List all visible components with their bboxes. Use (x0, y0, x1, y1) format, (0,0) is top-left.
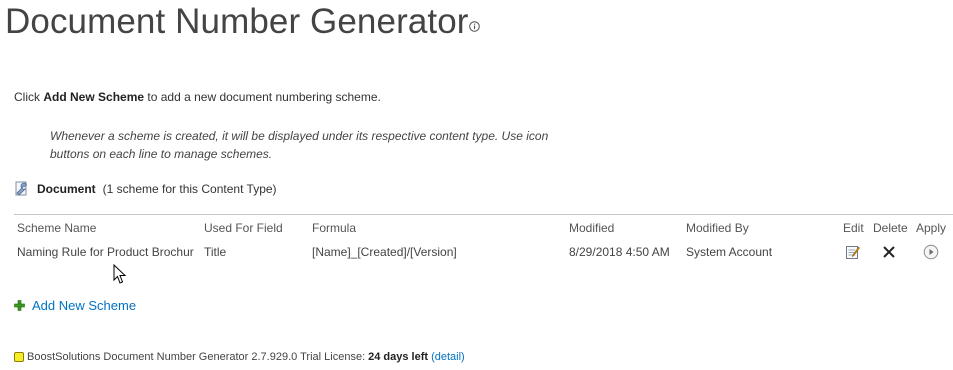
intro-suffix: to add a new document numbering scheme. (147, 90, 381, 104)
mouse-cursor-icon (113, 264, 127, 284)
col-modified[interactable]: Modified (569, 221, 614, 235)
col-modified-by[interactable]: Modified By (686, 221, 749, 235)
plus-icon (14, 300, 25, 311)
used-for-field-cell: Title (204, 245, 227, 259)
col-scheme-name[interactable]: Scheme Name (17, 221, 197, 235)
add-new-scheme-link[interactable]: Add New Scheme (14, 298, 136, 313)
table-row: Naming Rule for Product Brochur Title [N… (14, 239, 953, 265)
scheme-name-cell: Naming Rule for Product Brochur (17, 245, 194, 259)
col-delete: Delete (873, 221, 908, 235)
intro-prefix: Click (14, 90, 40, 104)
wrench-icon (15, 181, 27, 196)
table-header: Scheme Name Used For Field Formula Modif… (14, 214, 953, 239)
schemes-table: Scheme Name Used For Field Formula Modif… (14, 214, 953, 265)
license-detail-link[interactable]: (detail) (431, 351, 465, 363)
content-type-count: (1 scheme for this Content Type) (102, 182, 277, 196)
license-days-left: 24 days left (368, 351, 429, 363)
apply-icon[interactable] (923, 244, 939, 260)
intro-bold: Add New Scheme (43, 90, 145, 104)
license-product-text: BoostSolutions Document Number Generator… (27, 351, 366, 363)
edit-icon[interactable] (845, 244, 861, 260)
hint-text: Whenever a scheme is created, it will be… (50, 129, 549, 161)
col-apply: Apply (916, 221, 947, 235)
license-icon (14, 352, 24, 362)
add-new-scheme-label[interactable]: Add New Scheme (32, 298, 136, 313)
page-title: Document Number Generator (5, 2, 469, 41)
intro-text: Click Add New Scheme to add a new docume… (14, 90, 381, 104)
modified-by-cell: System Account (686, 245, 773, 259)
col-edit: Edit (843, 221, 864, 235)
formula-cell: [Name]_[Created]/[Version] (312, 245, 457, 259)
col-used-for-field[interactable]: Used For Field (204, 221, 283, 235)
content-type-header: Document (1 scheme for this Content Type… (14, 180, 277, 198)
delete-icon[interactable] (881, 244, 897, 260)
modified-cell: 8/29/2018 4:50 AM (569, 245, 670, 259)
content-type-name: Document (37, 182, 96, 196)
license-footer: BoostSolutions Document Number Generator… (14, 351, 465, 363)
info-icon[interactable] (469, 21, 480, 32)
col-formula[interactable]: Formula (312, 221, 356, 235)
